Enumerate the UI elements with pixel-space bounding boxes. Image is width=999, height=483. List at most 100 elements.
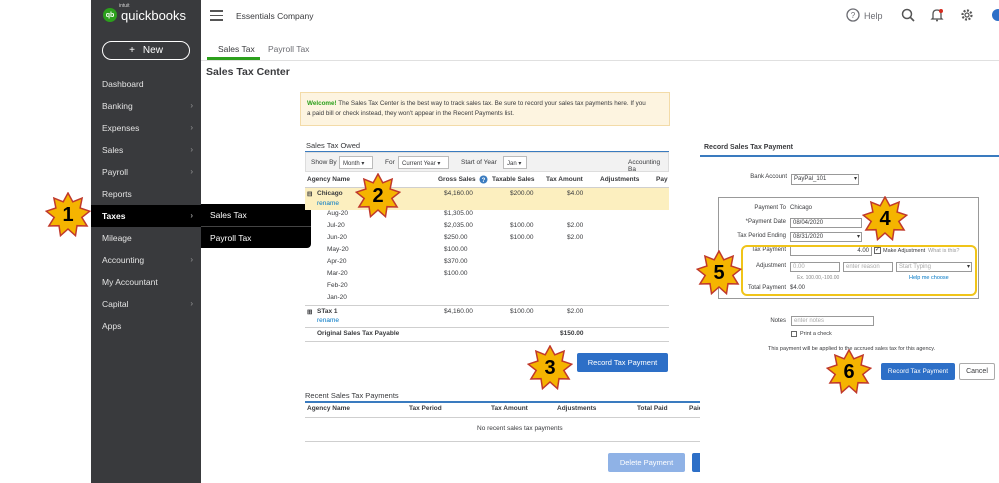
collapse-icon[interactable]: ⊟ — [307, 190, 312, 198]
sidebar-item-label: Capital — [102, 299, 129, 309]
sidebar-item-reports[interactable]: Reports — [91, 183, 201, 205]
sidebar-item-label: Payroll — [102, 167, 128, 177]
record-sales-tax-payment-dialog — [700, 138, 999, 483]
bank-account-select[interactable]: PayPal_101 ▾ — [791, 174, 859, 185]
gear-icon[interactable] — [960, 8, 974, 25]
sidebar-item-label: Banking — [102, 101, 133, 111]
sidebar-item-accounting[interactable]: Accounting › — [91, 249, 201, 271]
agency-row-stax1[interactable]: ⊞ STax 1 rename $4,160.00 $100.00 $2.00 — [305, 308, 669, 328]
accounting-basis-label: Accounting Ba — [628, 159, 661, 173]
callout-star-1: 1 — [45, 192, 91, 238]
cancel-button[interactable]: Cancel — [959, 363, 995, 380]
chevron-right-icon: › — [190, 255, 193, 264]
left-sidebar: qb quickbooks intuit + New Dashboard Bank… — [91, 0, 201, 483]
new-button[interactable]: + New — [102, 41, 190, 60]
sidebar-item-apps[interactable]: Apps — [91, 315, 201, 337]
sidebar-item-payroll[interactable]: Payroll › — [91, 161, 201, 183]
callout-star-6: 6 — [826, 349, 872, 395]
flyout-item-payroll-tax[interactable]: Payroll Tax — [201, 226, 311, 248]
col-gross-sales: Gross Sales — [438, 176, 476, 183]
info-icon[interactable]: ? — [479, 175, 488, 186]
chevron-right-icon: › — [190, 299, 193, 308]
svg-text:?: ? — [851, 11, 856, 20]
month: Jul-20 — [327, 222, 345, 229]
col-agency-name: Agency Name — [307, 176, 350, 183]
recent-payments-title: Recent Sales Tax Payments — [305, 391, 399, 400]
help-icon[interactable]: ? — [846, 8, 860, 25]
quickbooks-logo-icon: qb — [103, 8, 117, 22]
sidebar-item-capital[interactable]: Capital › — [91, 293, 201, 315]
tax-amount-value: $2.00 — [567, 234, 584, 241]
payment-date-input[interactable]: 08/04/2020 — [790, 218, 862, 228]
callout-number: 5 — [713, 261, 725, 284]
flyout-item-sales-tax[interactable]: Sales Tax — [201, 204, 311, 226]
recent-table-header: Agency Name Tax Period Tax Amount Adjust… — [305, 405, 737, 416]
search-icon[interactable] — [901, 8, 915, 25]
payment-to-value: Chicago — [790, 205, 813, 211]
logo-intuit: intuit — [119, 3, 130, 9]
record-tax-payment-button[interactable]: Record Tax Payment — [577, 353, 668, 372]
col-tax-period: Tax Period — [409, 405, 442, 412]
help-label[interactable]: Help — [864, 11, 883, 21]
hamburger-menu-icon[interactable] — [210, 10, 223, 21]
month-row: Jun-20 $250.00 $100.00 $2.00 — [305, 234, 669, 245]
dialog-record-tax-payment-button[interactable]: Record Tax Payment — [881, 363, 955, 380]
callout-number: 1 — [62, 203, 74, 226]
tax-period-ending-value: 08/31/2020 — [793, 234, 824, 240]
new-button-label: New — [142, 45, 163, 56]
company-name: Essentials Company — [236, 11, 314, 21]
original-payable-value: $150.00 — [560, 330, 584, 337]
notes-input[interactable]: enter notes — [791, 316, 874, 326]
show-by-select[interactable]: Month ▾ — [339, 156, 373, 169]
sidebar-item-label: Sales — [102, 145, 124, 155]
agency-name: STax 1 — [317, 308, 338, 315]
tab-payroll-tax[interactable]: Payroll Tax — [268, 44, 309, 54]
payment-to-label: Payment To — [754, 205, 786, 211]
print-check-label: Print a check — [800, 331, 832, 337]
rename-link[interactable]: rename — [317, 200, 339, 207]
sidebar-item-my-accountant[interactable]: My Accountant — [91, 271, 201, 293]
notes-placeholder: enter notes — [794, 318, 825, 324]
filter-bar: Show By Month ▾ For Current Year ▾ Start… — [305, 152, 669, 173]
callout-star-2: 2 — [355, 173, 401, 219]
callout-number: 6 — [843, 360, 855, 383]
print-check-checkbox[interactable] — [791, 331, 797, 337]
sidebar-item-label: Mileage — [102, 233, 132, 243]
sidebar-item-banking[interactable]: Banking › — [91, 95, 201, 117]
adjustment-highlight-box — [741, 245, 977, 296]
month: Feb-20 — [327, 282, 348, 289]
start-of-year-value: Jan — [507, 161, 517, 167]
recent-header-divider — [305, 417, 737, 418]
chevron-right-icon: › — [190, 167, 193, 176]
recent-empty-text: No recent sales tax payments — [477, 425, 563, 432]
dialog-title-rule — [700, 155, 999, 157]
month-row: May-20 $100.00 — [305, 246, 669, 257]
expand-icon[interactable]: ⊞ — [307, 308, 312, 316]
tax-period-ending-select[interactable]: 08/31/2020 ▾ — [790, 232, 862, 242]
welcome-banner: Welcome! The Sales Tax Center is the bes… — [300, 92, 670, 126]
welcome-bold: Welcome! — [307, 100, 337, 107]
sidebar-item-sales[interactable]: Sales › — [91, 139, 201, 161]
recent-bottom-rule — [305, 441, 737, 442]
total-divider — [305, 327, 669, 328]
rename-link[interactable]: rename — [317, 317, 339, 324]
month: Apr-20 — [327, 258, 347, 265]
sidebar-item-taxes[interactable]: Taxes › — [91, 205, 201, 227]
tab-divider — [201, 60, 999, 61]
sidebar-item-expenses[interactable]: Expenses › — [91, 117, 201, 139]
sidebar-item-label: Dashboard — [102, 79, 144, 89]
start-of-year-select[interactable]: Jan ▾ — [503, 156, 527, 169]
tab-sales-tax[interactable]: Sales Tax — [218, 44, 255, 54]
for-label: For — [385, 159, 395, 166]
month: Jun-20 — [327, 234, 347, 241]
quickbooks-logo[interactable]: qb quickbooks — [103, 8, 186, 22]
profile-icon[interactable] — [990, 8, 999, 25]
delete-payment-button[interactable]: Delete Payment — [608, 453, 685, 472]
sidebar-item-mileage[interactable]: Mileage — [91, 227, 201, 249]
month-row: Apr-20 $370.00 — [305, 258, 669, 269]
notification-bell-icon[interactable] — [930, 8, 944, 25]
sidebar-item-label: Expenses — [102, 123, 140, 133]
for-value: Current Year — [402, 161, 436, 167]
for-select[interactable]: Current Year ▾ — [398, 156, 449, 169]
sidebar-item-dashboard[interactable]: Dashboard — [91, 73, 201, 95]
